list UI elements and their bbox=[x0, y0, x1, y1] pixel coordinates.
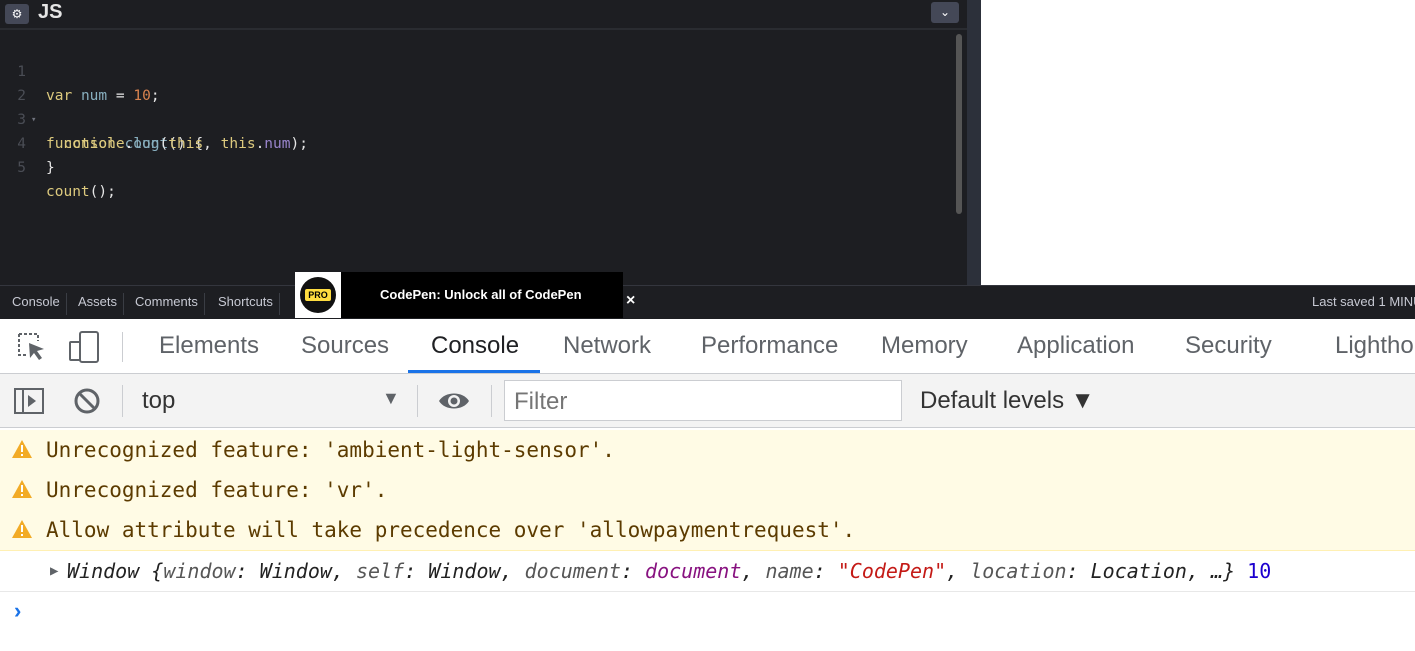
code-line[interactable]: 5 count(); bbox=[0, 132, 116, 200]
number: 10 bbox=[133, 88, 151, 104]
warning-icon bbox=[12, 520, 32, 538]
log-key: window bbox=[163, 559, 236, 583]
tab-security[interactable]: Security bbox=[1185, 332, 1272, 360]
punct: . bbox=[255, 136, 265, 152]
warning-icon bbox=[12, 480, 32, 498]
divider bbox=[417, 385, 418, 417]
sidebar-toggle-icon[interactable] bbox=[13, 386, 45, 416]
log-key: location bbox=[970, 559, 1067, 583]
function-call: count bbox=[46, 184, 90, 200]
footer-tab-comments[interactable]: Comments bbox=[129, 293, 205, 315]
preview-pane bbox=[981, 0, 1415, 285]
log-value: Window bbox=[259, 559, 332, 583]
editor-scrollbar[interactable] bbox=[956, 34, 962, 214]
tab-console[interactable]: Console bbox=[431, 332, 519, 360]
editor-title: JS bbox=[38, 1, 63, 23]
fold-arrow-icon[interactable]: ▾ bbox=[31, 108, 36, 132]
tab-sources[interactable]: Sources bbox=[301, 332, 389, 360]
log-key: document bbox=[524, 559, 621, 583]
divider bbox=[491, 385, 492, 417]
dropdown-arrow-icon[interactable]: ▼ bbox=[382, 388, 400, 409]
log-suffix: , …} bbox=[1186, 559, 1236, 583]
device-toolbar-icon[interactable] bbox=[68, 330, 102, 364]
punct: ); bbox=[290, 136, 308, 152]
log-value: Location bbox=[1090, 559, 1187, 583]
footer-tab-console[interactable]: Console bbox=[6, 293, 67, 315]
chevron-down-icon[interactable]: ⌄ bbox=[931, 2, 959, 23]
log-key: name bbox=[765, 559, 814, 583]
active-tab-indicator bbox=[408, 370, 540, 373]
property: num bbox=[264, 136, 291, 152]
log-key: self bbox=[356, 559, 405, 583]
warning-icon bbox=[12, 440, 32, 458]
divider bbox=[122, 332, 123, 362]
editor-header bbox=[0, 0, 967, 30]
keyword: this bbox=[168, 136, 204, 152]
code-line[interactable]: 4 } bbox=[0, 108, 54, 176]
code-line[interactable]: 3 console.log(this, this.num); bbox=[0, 84, 308, 152]
log-value: "CodePen" bbox=[837, 559, 947, 583]
context-select[interactable]: top bbox=[142, 387, 175, 415]
pro-label: PRO bbox=[305, 289, 331, 301]
variable: num bbox=[80, 88, 108, 104]
log-levels-dropdown[interactable]: Default levels ▼ bbox=[920, 387, 1095, 415]
punct: . bbox=[124, 136, 134, 152]
line-number: 5 bbox=[17, 160, 26, 176]
code-line[interactable]: 2 ▾ function count() { bbox=[0, 60, 203, 152]
tab-memory[interactable]: Memory bbox=[881, 332, 968, 360]
keyword: var bbox=[46, 88, 73, 104]
tab-lighthouse[interactable]: Lighthouse bbox=[1335, 332, 1415, 360]
last-saved-status: Last saved 1 MINUTE AGO bbox=[1312, 294, 1415, 309]
console-warning: Unrecognized feature: 'vr'. bbox=[0, 470, 1415, 511]
inspect-element-icon[interactable] bbox=[16, 331, 48, 365]
punct: (); bbox=[89, 184, 116, 200]
divider bbox=[122, 385, 123, 417]
resize-handle[interactable] bbox=[967, 0, 981, 285]
warning-text: Unrecognized feature: 'ambient-light-sen… bbox=[46, 438, 615, 462]
tab-performance[interactable]: Performance bbox=[701, 332, 838, 360]
method: log bbox=[133, 136, 160, 152]
close-icon[interactable]: × bbox=[626, 292, 644, 314]
punct: } bbox=[46, 160, 55, 176]
punct: ; bbox=[150, 88, 160, 104]
eye-icon[interactable] bbox=[437, 388, 471, 414]
tab-elements[interactable]: Elements bbox=[159, 332, 259, 360]
console-log-row: ▶ Window {window: Window, self: Window, … bbox=[0, 551, 1415, 592]
warning-text: Unrecognized feature: 'vr'. bbox=[46, 478, 388, 502]
log-value: document bbox=[645, 559, 742, 583]
footer-tab-assets[interactable]: Assets bbox=[72, 293, 125, 315]
ad-text[interactable]: CodePen: Unlock all of CodePen bbox=[380, 287, 582, 302]
log-number: 10 bbox=[1247, 559, 1272, 583]
tab-network[interactable]: Network bbox=[563, 332, 651, 360]
keyword: this bbox=[220, 136, 256, 152]
footer-tab-shortcuts[interactable]: Shortcuts bbox=[212, 293, 280, 315]
operator: = bbox=[107, 88, 134, 104]
console-warning: Allow attribute will take precedence ove… bbox=[0, 510, 1415, 551]
filter-input[interactable] bbox=[514, 388, 894, 416]
log-object[interactable]: Window {window: Window, self: Window, do… bbox=[67, 551, 1271, 591]
object: console bbox=[63, 136, 125, 152]
tab-application[interactable]: Application bbox=[1017, 332, 1134, 360]
expand-triangle-icon[interactable]: ▶ bbox=[50, 551, 58, 591]
warning-text: Allow attribute will take precedence ove… bbox=[46, 518, 856, 542]
gear-icon[interactable]: ⚙ bbox=[5, 4, 29, 24]
log-value: Window bbox=[428, 559, 501, 583]
punct: ( bbox=[159, 136, 169, 152]
console-prompt[interactable]: › bbox=[14, 598, 21, 624]
punct: , bbox=[203, 136, 221, 152]
console-warning: Unrecognized feature: 'ambient-light-sen… bbox=[0, 430, 1415, 471]
log-prefix: Window { bbox=[67, 559, 164, 583]
clear-console-icon[interactable] bbox=[72, 386, 102, 416]
code-line[interactable]: 1 var num = 10; bbox=[0, 36, 159, 104]
